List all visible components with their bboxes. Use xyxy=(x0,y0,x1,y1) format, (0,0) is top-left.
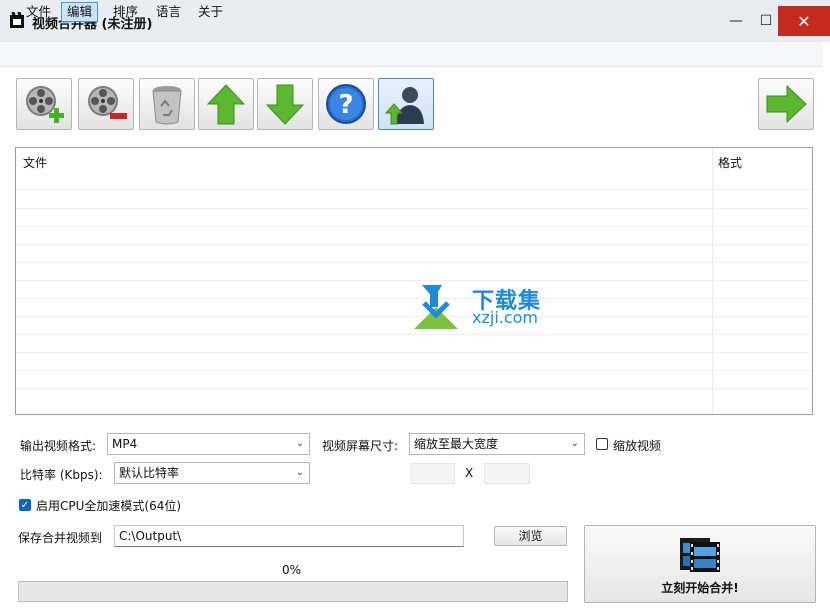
move-up-button[interactable] xyxy=(198,78,254,130)
row-divider xyxy=(16,280,812,281)
column-separator xyxy=(712,148,713,414)
menu-about[interactable]: 关于 xyxy=(193,3,228,21)
next-button[interactable] xyxy=(758,78,814,130)
save-path-label: 保存合并视频到 xyxy=(18,531,103,545)
menu-language[interactable]: 语言 xyxy=(151,3,186,21)
start-merge-label: 立刻开始合并! xyxy=(661,581,739,595)
screen-size-value: 缩放至最大宽度 xyxy=(414,437,499,451)
close-button[interactable]: ✕ xyxy=(778,6,830,36)
progress-bar xyxy=(18,581,568,602)
scale-video-label: 缩放视频 xyxy=(613,439,662,453)
screen-size-select[interactable]: 缩放至最大宽度 ⌄ xyxy=(409,433,585,455)
bitrate-value: 默认比特率 xyxy=(119,466,180,480)
move-down-button[interactable] xyxy=(257,78,313,130)
browse-button[interactable]: 浏览 xyxy=(494,526,567,546)
clear-list-button[interactable] xyxy=(139,78,195,130)
menu-bar xyxy=(0,42,823,67)
bitrate-label: 比特率 (Kbps): xyxy=(20,468,103,482)
bitrate-select[interactable]: 默认比特率 ⌄ xyxy=(114,462,310,484)
recycle-bin-icon xyxy=(152,86,182,125)
arrow-down-icon xyxy=(265,84,305,125)
output-format-label: 输出视频格式: xyxy=(20,439,97,453)
register-button[interactable] xyxy=(378,78,434,130)
save-path-input[interactable]: C:\Output\ xyxy=(114,525,464,547)
row-divider xyxy=(16,262,812,263)
row-divider xyxy=(16,388,812,389)
chevron-down-icon: ⌄ xyxy=(570,438,579,449)
scale-video-checkbox[interactable] xyxy=(596,438,608,450)
column-header-format[interactable]: 格式 xyxy=(718,154,742,171)
svg-text:?: ? xyxy=(338,90,353,120)
help-button[interactable]: ? xyxy=(318,78,374,130)
cpu-acceleration-label: 启用CPU全加速模式(64位) xyxy=(36,499,182,513)
help-icon: ? xyxy=(326,84,366,124)
row-divider xyxy=(16,334,812,335)
watermark-url: xzji.com xyxy=(472,308,539,327)
film-reel-add-icon xyxy=(26,86,64,123)
arrow-right-icon xyxy=(766,84,807,124)
user-upload-icon xyxy=(384,87,424,125)
file-list[interactable]: 文件 格式 xyxy=(15,147,813,415)
chevron-down-icon: ⌄ xyxy=(295,438,304,449)
start-merge-button[interactable]: 立刻开始合并! xyxy=(584,525,816,603)
screen-size-label: 视频屏幕尺寸: xyxy=(322,439,399,453)
progress-text: 0% xyxy=(282,563,302,577)
row-divider xyxy=(16,226,812,227)
add-video-button[interactable] xyxy=(16,78,72,130)
menu-file[interactable]: 文件 xyxy=(21,3,56,21)
width-input[interactable] xyxy=(411,463,455,484)
row-divider xyxy=(16,244,812,245)
menu-sort[interactable]: 排序 xyxy=(108,3,143,21)
arrow-up-icon xyxy=(206,84,246,125)
cpu-acceleration-checkbox[interactable]: ✓ xyxy=(19,499,31,511)
height-input[interactable] xyxy=(484,463,530,484)
row-divider xyxy=(16,370,812,371)
menu-edit[interactable]: 编辑 xyxy=(61,2,99,22)
size-separator: X xyxy=(465,466,474,480)
film-reel-remove-icon xyxy=(88,86,127,119)
column-header-file[interactable]: 文件 xyxy=(23,154,47,171)
film-strip-icon xyxy=(678,534,722,577)
row-divider xyxy=(16,352,812,353)
output-format-select[interactable]: MP4 ⌄ xyxy=(107,433,310,455)
remove-video-button[interactable] xyxy=(78,78,134,130)
header-divider xyxy=(16,189,812,190)
watermark-logo-icon xyxy=(412,285,468,332)
chevron-down-icon: ⌄ xyxy=(295,467,304,478)
row-divider xyxy=(16,208,812,209)
output-format-value: MP4 xyxy=(112,437,138,451)
